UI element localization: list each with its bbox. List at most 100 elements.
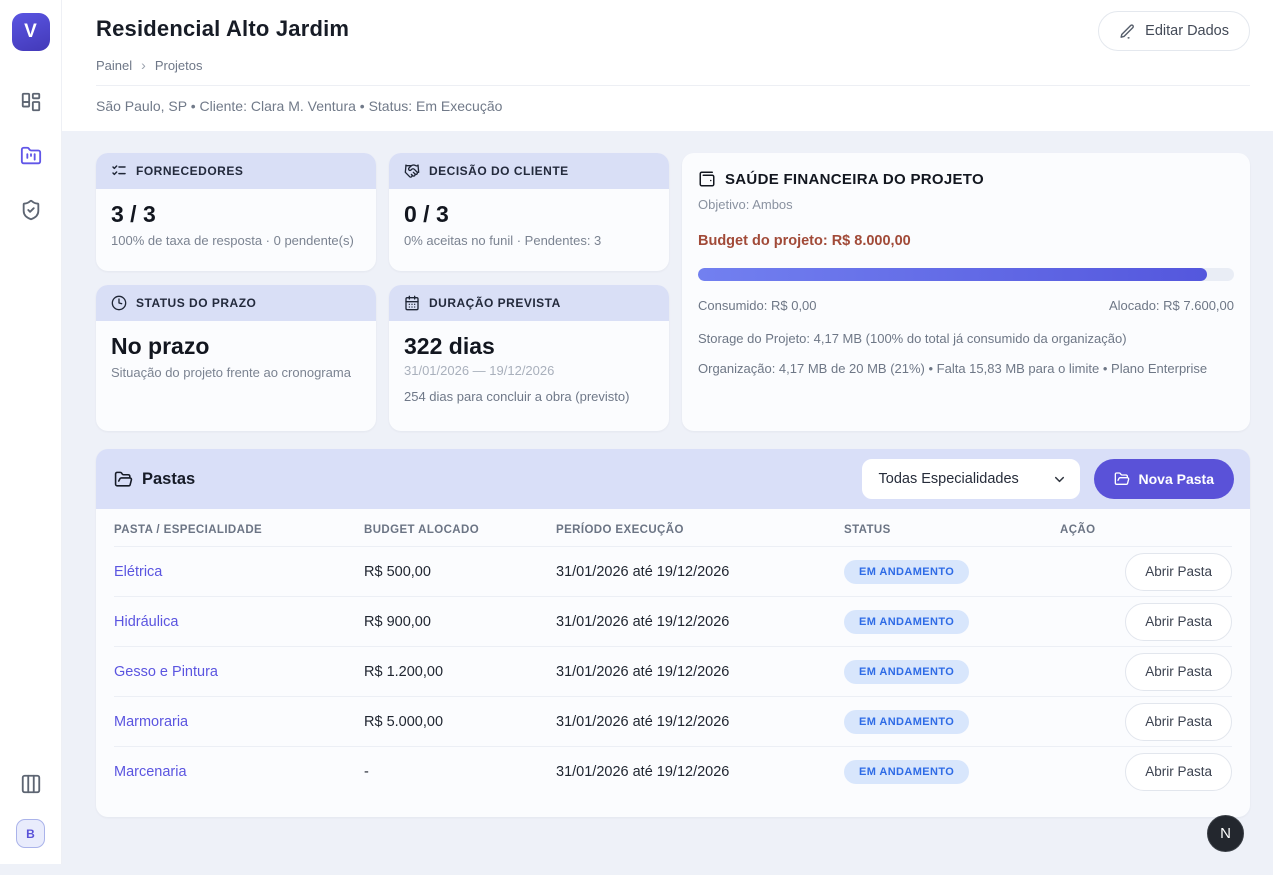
main-area: Residencial Alto Jardim Editar Dados Pai… bbox=[62, 0, 1273, 875]
specialty-filter-value: Todas Especialidades bbox=[879, 471, 1019, 487]
client-decision-value: 0 / 3 bbox=[404, 201, 654, 228]
deadline-status-card-title: STATUS DO PRAZO bbox=[136, 296, 256, 310]
suppliers-card-header: FORNECEDORES bbox=[96, 153, 376, 189]
handshake-icon bbox=[404, 163, 420, 179]
folder-open-icon bbox=[1114, 471, 1130, 487]
duration-date-range: 31/01/2026 — 19/12/2026 bbox=[404, 363, 654, 378]
organization-storage: Organização: 4,17 MB de 20 MB (21%) • Fa… bbox=[698, 361, 1234, 376]
open-folder-button[interactable]: Abrir Pasta bbox=[1125, 753, 1232, 791]
duration-subtitle: 254 dias para concluir a obra (previsto) bbox=[404, 389, 654, 404]
folder-period-cell: 31/01/2026 até 19/12/2026 bbox=[556, 664, 844, 680]
pencil-icon bbox=[1119, 23, 1136, 40]
folders-actions: Todas Especialidades Nova Pasta bbox=[862, 459, 1234, 499]
deadline-status-card-body: No prazo Situação do projeto frente ao c… bbox=[96, 321, 376, 392]
calendar-icon bbox=[404, 295, 420, 311]
sidebar: V B bbox=[0, 0, 62, 864]
client-decision-card-body: 0 / 3 0% aceitas no funil · Pendentes: 3 bbox=[389, 189, 669, 260]
duration-card: DURAÇÃO PREVISTA 322 dias 31/01/2026 — 1… bbox=[389, 285, 669, 431]
columns-icon[interactable] bbox=[20, 773, 42, 795]
folder-table-row: Marmoraria R$ 5.000,00 31/01/2026 até 19… bbox=[114, 696, 1232, 746]
folder-table-row: Gesso e Pintura R$ 1.200,00 31/01/2026 a… bbox=[114, 646, 1232, 696]
folder-status-badge: EM ANDAMENTO bbox=[844, 610, 969, 634]
client-decision-card: DECISÃO DO CLIENTE 0 / 3 0% aceitas no f… bbox=[389, 153, 669, 271]
clock-icon bbox=[111, 295, 127, 311]
financial-health-panel: SAÚDE FINANCEIRA DO PROJETO Objetivo: Am… bbox=[682, 153, 1250, 431]
wallet-icon bbox=[698, 170, 716, 188]
folder-budget-cell: R$ 900,00 bbox=[364, 614, 556, 630]
col-header-budget: BUDGET ALOCADO bbox=[364, 524, 556, 536]
new-folder-button[interactable]: Nova Pasta bbox=[1094, 459, 1234, 499]
col-header-action: AÇÃO bbox=[1060, 524, 1232, 536]
open-folder-button[interactable]: Abrir Pasta bbox=[1125, 653, 1232, 691]
project-storage: Storage do Projeto: 4,17 MB (100% do tot… bbox=[698, 331, 1234, 346]
folder-table-row: Elétrica R$ 500,00 31/01/2026 até 19/12/… bbox=[114, 546, 1232, 596]
folder-period-cell: 31/01/2026 até 19/12/2026 bbox=[556, 564, 844, 580]
breadcrumb-separator: › bbox=[141, 57, 146, 73]
folder-table-row: Marcenaria - 31/01/2026 até 19/12/2026 E… bbox=[114, 746, 1232, 796]
col-header-folder: PASTA / ESPECIALIDADE bbox=[114, 524, 364, 536]
folder-name-link[interactable]: Gesso e Pintura bbox=[114, 664, 364, 680]
beta-badge[interactable]: B bbox=[16, 819, 45, 848]
suppliers-card-body: 3 / 3 100% de taxa de resposta · 0 pende… bbox=[96, 189, 376, 260]
folder-table-row: Hidráulica R$ 900,00 31/01/2026 até 19/1… bbox=[114, 596, 1232, 646]
consumed-value: Consumido: R$ 0,00 bbox=[698, 298, 817, 313]
open-folder-button[interactable]: Abrir Pasta bbox=[1125, 553, 1232, 591]
chevron-down-icon bbox=[1052, 472, 1067, 487]
folder-status-badge: EM ANDAMENTO bbox=[844, 760, 969, 784]
folder-period-cell: 31/01/2026 até 19/12/2026 bbox=[556, 714, 844, 730]
folder-budget-cell: R$ 5.000,00 bbox=[364, 714, 556, 730]
duration-card-header: DURAÇÃO PREVISTA bbox=[389, 285, 669, 321]
new-folder-label: Nova Pasta bbox=[1139, 471, 1214, 487]
folder-name-link[interactable]: Elétrica bbox=[114, 564, 364, 580]
folders-table-body: Elétrica R$ 500,00 31/01/2026 até 19/12/… bbox=[114, 546, 1232, 796]
client-decision-subtitle: 0% aceitas no funil · Pendentes: 3 bbox=[404, 233, 654, 248]
budget-progress-fill bbox=[698, 268, 1207, 281]
deadline-status-card-header: STATUS DO PRAZO bbox=[96, 285, 376, 321]
client-decision-card-title: DECISÃO DO CLIENTE bbox=[429, 164, 569, 178]
stats-grid: FORNECEDORES 3 / 3 100% de taxa de respo… bbox=[96, 153, 1250, 431]
folder-status-badge: EM ANDAMENTO bbox=[844, 560, 969, 584]
financial-title-row: SAÚDE FINANCEIRA DO PROJETO bbox=[698, 170, 1234, 188]
sidebar-bottom: B bbox=[16, 773, 45, 848]
folder-name-link[interactable]: Marmoraria bbox=[114, 714, 364, 730]
folders-table-header-row: PASTA / ESPECIALIDADE BUDGET ALOCADO PER… bbox=[114, 509, 1232, 546]
projects-folder-icon[interactable] bbox=[20, 145, 42, 167]
financial-title: SAÚDE FINANCEIRA DO PROJETO bbox=[725, 171, 984, 188]
col-header-period: PERÍODO EXECUÇÃO bbox=[556, 524, 844, 536]
folder-status-badge: EM ANDAMENTO bbox=[844, 710, 969, 734]
project-meta-line: São Paulo, SP • Cliente: Clara M. Ventur… bbox=[96, 98, 1250, 131]
folders-header: Pastas Todas Especialidades Nova Pasta bbox=[96, 449, 1250, 509]
page-title: Residencial Alto Jardim bbox=[96, 16, 1250, 42]
financial-objective: Objetivo: Ambos bbox=[698, 197, 1234, 212]
dev-indicator-button[interactable]: N bbox=[1207, 815, 1244, 852]
suppliers-value: 3 / 3 bbox=[111, 201, 361, 228]
open-folder-button[interactable]: Abrir Pasta bbox=[1125, 603, 1232, 641]
folders-title: Pastas bbox=[142, 470, 195, 489]
folder-budget-cell: R$ 500,00 bbox=[364, 564, 556, 580]
checklist-icon bbox=[111, 163, 127, 179]
open-folder-button[interactable]: Abrir Pasta bbox=[1125, 703, 1232, 741]
suppliers-card-title: FORNECEDORES bbox=[136, 164, 243, 178]
suppliers-subtitle: 100% de taxa de resposta · 0 pendente(s) bbox=[111, 233, 361, 248]
client-decision-card-header: DECISÃO DO CLIENTE bbox=[389, 153, 669, 189]
dashboard-grid-icon[interactable] bbox=[20, 91, 42, 113]
folder-name-link[interactable]: Marcenaria bbox=[114, 764, 364, 780]
folder-period-cell: 31/01/2026 até 19/12/2026 bbox=[556, 764, 844, 780]
app-logo[interactable]: V bbox=[12, 13, 50, 51]
budget-progress-track bbox=[698, 268, 1234, 281]
suppliers-card: FORNECEDORES 3 / 3 100% de taxa de respo… bbox=[96, 153, 376, 271]
breadcrumb: Painel › Projetos bbox=[96, 57, 1250, 73]
folders-panel: Pastas Todas Especialidades Nova Pasta bbox=[96, 449, 1250, 817]
project-budget: Budget do projeto: R$ 8.000,00 bbox=[698, 233, 1234, 249]
breadcrumb-current[interactable]: Projetos bbox=[155, 58, 203, 73]
folder-name-link[interactable]: Hidráulica bbox=[114, 614, 364, 630]
sidebar-nav bbox=[20, 91, 42, 221]
deadline-status-card: STATUS DO PRAZO No prazo Situação do pro… bbox=[96, 285, 376, 431]
specialty-filter-select[interactable]: Todas Especialidades bbox=[862, 459, 1080, 499]
shield-check-icon[interactable] bbox=[20, 199, 42, 221]
breadcrumb-home[interactable]: Painel bbox=[96, 58, 132, 73]
duration-card-body: 322 dias 31/01/2026 — 19/12/2026 254 dia… bbox=[389, 321, 669, 416]
edit-data-button[interactable]: Editar Dados bbox=[1098, 11, 1250, 51]
content: FORNECEDORES 3 / 3 100% de taxa de respo… bbox=[62, 131, 1273, 875]
deadline-status-subtitle: Situação do projeto frente ao cronograma bbox=[111, 365, 361, 380]
